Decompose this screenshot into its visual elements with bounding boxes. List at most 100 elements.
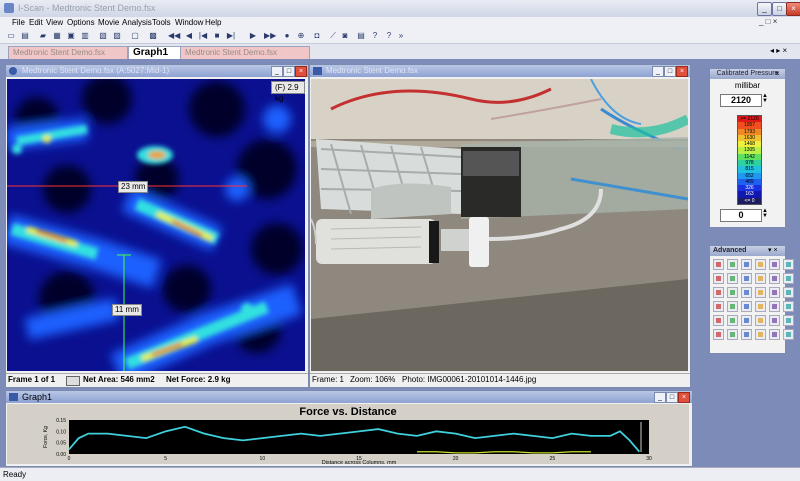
close-icon[interactable]: × bbox=[678, 392, 690, 403]
tab-graph1[interactable]: Graph1 bbox=[128, 46, 188, 59]
tool-icon[interactable] bbox=[741, 315, 752, 326]
maximize-icon[interactable]: □ bbox=[666, 392, 678, 403]
tool-icon[interactable] bbox=[769, 259, 780, 270]
pressure-map[interactable]: (F) 2.9 kg 23 mm 11 mm bbox=[7, 79, 305, 371]
help-icon[interactable]: ? bbox=[370, 31, 380, 41]
minimize-icon[interactable]: _ bbox=[654, 392, 666, 403]
tool-glyph-icon bbox=[758, 304, 763, 309]
play-icon[interactable]: ▶ bbox=[248, 31, 258, 41]
toolbar-options-icon[interactable]: » bbox=[396, 31, 406, 41]
close-icon[interactable]: × bbox=[786, 2, 800, 16]
menu-movie[interactable]: Movie bbox=[98, 18, 119, 27]
force-distance-chart[interactable]: 0.150.100.050.000 5 10 15 20 25 30Distance acr… bbox=[7, 404, 689, 464]
grid-icon[interactable]: ▦ bbox=[52, 31, 62, 41]
first-frame-icon[interactable]: |◀ bbox=[198, 31, 208, 41]
minimize-icon[interactable]: _ bbox=[757, 2, 772, 16]
new-icon[interactable]: ▭ bbox=[6, 31, 16, 41]
menu-window[interactable]: Window bbox=[175, 18, 203, 27]
tool-icon[interactable] bbox=[713, 259, 724, 270]
tool-icon[interactable] bbox=[713, 273, 724, 284]
photo-view[interactable] bbox=[311, 79, 688, 371]
window-icon[interactable]: ▢ bbox=[130, 31, 140, 41]
tool-icon[interactable] bbox=[769, 301, 780, 312]
tool-icon[interactable] bbox=[755, 315, 766, 326]
fast-forward-icon[interactable]: ▶▶ bbox=[264, 31, 276, 41]
maximize-icon[interactable]: □ bbox=[664, 66, 676, 77]
tool-icon[interactable] bbox=[741, 259, 752, 270]
tool-icon[interactable] bbox=[769, 315, 780, 326]
tool-icon[interactable] bbox=[755, 259, 766, 270]
tool-icon[interactable] bbox=[741, 301, 752, 312]
y-tick-label: 0.10 bbox=[56, 429, 66, 435]
last-frame-icon[interactable]: ▶| bbox=[226, 31, 236, 41]
tool-icon[interactable] bbox=[783, 315, 794, 326]
tab-stent-demo-photo[interactable]: Medtronic Stent Demo.fsx bbox=[180, 46, 310, 59]
minimize-icon[interactable]: _ bbox=[271, 66, 283, 77]
tool-icon[interactable] bbox=[741, 329, 752, 340]
mdi-controls[interactable]: _ □ × bbox=[759, 17, 799, 29]
tool-icon[interactable] bbox=[741, 287, 752, 298]
tool-icon[interactable] bbox=[783, 329, 794, 340]
tool-icon[interactable] bbox=[727, 329, 738, 340]
tool-icon[interactable] bbox=[755, 273, 766, 284]
paste-icon[interactable]: ▨ bbox=[112, 31, 122, 41]
tool-icon[interactable] bbox=[769, 273, 780, 284]
tool-icon[interactable] bbox=[713, 287, 724, 298]
min-spinner[interactable]: ▲ ▼ bbox=[762, 208, 770, 220]
close-icon[interactable]: × bbox=[295, 66, 307, 77]
tool-icon[interactable] bbox=[741, 273, 752, 284]
tool-icon[interactable] bbox=[755, 329, 766, 340]
max-spinner[interactable]: ▲ ▼ bbox=[762, 93, 770, 105]
maximize-icon[interactable]: □ bbox=[283, 66, 295, 77]
tool-icon[interactable] bbox=[727, 287, 738, 298]
menu-view[interactable]: View bbox=[46, 18, 63, 27]
menu-analysis[interactable]: Analysis bbox=[122, 18, 152, 27]
open-icon[interactable]: ▤ bbox=[20, 31, 30, 41]
minimize-icon[interactable]: _ bbox=[652, 66, 664, 77]
tool-icon[interactable] bbox=[727, 259, 738, 270]
tool-icon[interactable] bbox=[713, 301, 724, 312]
tool-icon[interactable] bbox=[769, 287, 780, 298]
print-icon[interactable]: ▥ bbox=[80, 31, 90, 41]
tool-icon[interactable] bbox=[783, 259, 794, 270]
menu-help[interactable]: Help bbox=[205, 18, 221, 27]
ruler-icon[interactable]: ⟋ bbox=[328, 31, 338, 41]
menu-tools[interactable]: Tools bbox=[152, 18, 171, 27]
camera-icon[interactable]: ◘ bbox=[312, 31, 322, 41]
menu-options[interactable]: Options bbox=[67, 18, 95, 27]
tool-icon[interactable] bbox=[783, 301, 794, 312]
lock-icon[interactable]: ◙ bbox=[340, 31, 350, 41]
stop-icon[interactable]: ■ bbox=[212, 31, 222, 41]
menu-edit[interactable]: Edit bbox=[29, 18, 43, 27]
record-icon[interactable]: ● bbox=[282, 31, 292, 41]
zoom-icon[interactable]: ⊕ bbox=[296, 31, 306, 41]
open-folder-icon[interactable]: ▰ bbox=[38, 31, 48, 41]
max-pressure-field[interactable]: 2120 bbox=[720, 94, 762, 107]
chart-icon[interactable]: ▤ bbox=[356, 31, 366, 41]
tool-icon[interactable] bbox=[755, 301, 766, 312]
tool-icon[interactable] bbox=[727, 301, 738, 312]
step-back-icon[interactable]: ◀ bbox=[184, 31, 194, 41]
copy-icon[interactable]: ▧ bbox=[98, 31, 108, 41]
close-icon[interactable]: × bbox=[676, 66, 688, 77]
context-help-icon[interactable]: ? bbox=[384, 31, 394, 41]
min-pressure-field[interactable]: 0 bbox=[720, 209, 762, 222]
rewind-icon[interactable]: ◀◀ bbox=[168, 31, 180, 41]
tab-stent-demo[interactable]: Medtronic Stent Demo.fsx bbox=[8, 46, 128, 59]
advanced-tool-grid bbox=[713, 259, 794, 340]
tool-icon[interactable] bbox=[713, 315, 724, 326]
panel-menu-icon[interactable]: ▾ × bbox=[768, 246, 778, 254]
tool-icon[interactable] bbox=[755, 287, 766, 298]
save-icon[interactable]: ▣ bbox=[66, 31, 76, 41]
snapshot-icon[interactable]: ▩ bbox=[148, 31, 158, 41]
tool-icon[interactable] bbox=[769, 329, 780, 340]
maximize-icon[interactable]: □ bbox=[772, 2, 787, 16]
tab-scroll-icon[interactable]: ◂ ▸ × bbox=[770, 46, 787, 55]
tool-icon[interactable] bbox=[783, 287, 794, 298]
tool-icon[interactable] bbox=[713, 329, 724, 340]
tool-icon[interactable] bbox=[727, 315, 738, 326]
menu-file[interactable]: File bbox=[12, 18, 25, 27]
tool-icon[interactable] bbox=[783, 273, 794, 284]
tool-icon[interactable] bbox=[727, 273, 738, 284]
panel-close-icon[interactable]: × bbox=[775, 69, 780, 78]
